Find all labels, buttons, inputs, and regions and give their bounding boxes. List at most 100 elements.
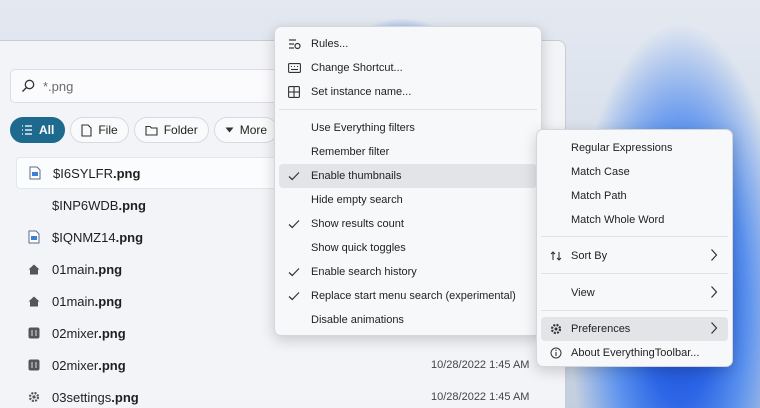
menu-item-match-whole-word[interactable]: Match Whole Word — [541, 208, 728, 232]
menu-item-hide-empty-search[interactable]: Hide empty search — [279, 188, 537, 212]
menu-item-show-quick-toggles[interactable]: Show quick toggles — [279, 236, 537, 260]
folder-icon — [145, 125, 158, 136]
menu-item-enable-thumbnails[interactable]: Enable thumbnails — [279, 164, 537, 188]
result-row[interactable]: 02mixer.png 10/28/2022 1:45 AM — [16, 349, 550, 381]
chevron-right-icon — [710, 248, 718, 265]
result-name: $INP6WDB — [52, 197, 119, 213]
menu-item-label: Hide empty search — [311, 194, 403, 206]
menu-item-sort-by[interactable]: Sort By — [541, 244, 728, 268]
filter-file[interactable]: File — [70, 117, 129, 143]
menu-item-change-shortcut[interactable]: Change Shortcut... — [279, 56, 537, 80]
checkmark-icon — [287, 289, 301, 303]
result-date: 10/28/2022 1:45 AM — [431, 359, 530, 371]
menu-separator — [541, 310, 728, 311]
keyboard-icon — [287, 61, 301, 75]
result-ext: .png — [94, 261, 123, 277]
menu-item-label: View — [571, 287, 595, 299]
file-icon — [81, 123, 92, 137]
menu-item-preferences[interactable]: Preferences — [541, 317, 728, 341]
mixer-icon — [26, 325, 42, 341]
chevron-right-icon — [710, 321, 718, 338]
menu-item-label: Replace start menu search (experimental) — [311, 290, 516, 302]
menu-item-label: Show results count — [311, 218, 404, 230]
sort-icon — [549, 249, 563, 263]
result-row[interactable]: 03settings.png 10/28/2022 1:45 AM — [16, 381, 550, 408]
filter-more[interactable]: More — [213, 117, 279, 143]
menu-item-enable-search-history[interactable]: Enable search history — [279, 260, 537, 284]
menu-item-label: Change Shortcut... — [311, 62, 403, 74]
result-ext: .png — [98, 357, 126, 373]
result-name: $I6SYLFR — [53, 165, 113, 181]
result-ext: .png — [112, 165, 141, 181]
filter-folder-label: Folder — [163, 123, 198, 137]
menu-item-about[interactable]: About EverythingToolbar... — [541, 341, 728, 365]
filter-more-label: More — [239, 123, 268, 137]
menu-item-label: Show quick toggles — [311, 242, 406, 254]
result-ext: .png — [94, 293, 123, 309]
menu-item-label: Set instance name... — [311, 86, 412, 98]
filter-folder[interactable]: Folder — [133, 117, 209, 143]
caret-down-icon — [225, 127, 234, 133]
menu-item-show-results-count[interactable]: Show results count — [279, 212, 537, 236]
menu-item-label: Match Case — [571, 166, 630, 178]
options-context-menu: Regular Expressions Match Case Match Pat… — [536, 129, 733, 367]
filter-all-label: All — [39, 123, 55, 137]
menu-item-rules[interactable]: Rules... — [279, 32, 537, 56]
result-ext: .png — [98, 325, 126, 341]
filter-bar: All File Folder More — [10, 117, 279, 143]
menu-item-remember-filter[interactable]: Remember filter — [279, 140, 537, 164]
menu-item-label: Sort By — [571, 250, 608, 262]
list-icon — [22, 125, 32, 135]
result-date: 10/28/2022 1:45 AM — [431, 391, 530, 403]
result-name: $IQNMZ14 — [52, 229, 116, 245]
result-name: 02mixer — [52, 325, 99, 341]
menu-item-label: Preferences — [571, 323, 631, 335]
gear-icon — [26, 389, 42, 405]
checkmark-icon — [287, 217, 301, 231]
info-icon — [549, 346, 563, 360]
filter-all[interactable]: All — [10, 117, 66, 143]
search-icon — [22, 79, 35, 92]
menu-item-instance-name[interactable]: Set instance name... — [279, 80, 537, 104]
result-name: 03settings — [52, 389, 112, 405]
search-box[interactable] — [10, 69, 300, 103]
menu-item-label: Match Path — [571, 190, 627, 202]
result-name: 01main — [52, 293, 95, 309]
menu-item-view[interactable]: View — [541, 281, 728, 305]
result-name: 02mixer — [52, 357, 99, 373]
menu-item-replace-start-menu-search[interactable]: Replace start menu search (experimental) — [279, 284, 537, 308]
chevron-right-icon — [710, 285, 718, 302]
menu-item-disable-animations[interactable]: Disable animations — [279, 308, 537, 332]
search-input[interactable] — [43, 78, 263, 94]
menu-item-match-path[interactable]: Match Path — [541, 184, 728, 208]
menu-item-label: Use Everything filters — [311, 122, 415, 134]
home-icon — [26, 293, 42, 309]
menu-item-label: Match Whole Word — [571, 214, 665, 226]
result-ext: .png — [115, 229, 144, 245]
menu-separator — [541, 236, 728, 237]
menu-item-label: Enable search history — [311, 266, 417, 278]
gear-icon — [549, 322, 563, 336]
menu-item-label: Rules... — [311, 38, 349, 50]
menu-item-match-case[interactable]: Match Case — [541, 160, 728, 184]
instance-icon — [287, 85, 301, 99]
home-icon — [26, 261, 42, 277]
menu-item-label: Disable animations — [311, 314, 404, 326]
menu-item-label: About EverythingToolbar... — [571, 347, 700, 359]
menu-item-use-everything-filters[interactable]: Use Everything filters — [279, 116, 537, 140]
checkmark-icon — [287, 169, 301, 183]
menu-item-regular-expressions[interactable]: Regular Expressions — [541, 136, 728, 160]
mixer-icon — [26, 357, 42, 373]
menu-item-label: Remember filter — [311, 146, 390, 158]
image-file-icon — [27, 165, 43, 181]
menu-item-label: Enable thumbnails — [311, 170, 402, 182]
image-file-icon — [26, 229, 42, 245]
result-ext: .png — [118, 197, 146, 213]
result-name: 01main — [52, 261, 95, 277]
menu-separator — [279, 109, 537, 110]
checkmark-icon — [287, 265, 301, 279]
rules-icon — [287, 37, 301, 51]
menu-separator — [541, 273, 728, 274]
filter-file-label: File — [98, 123, 118, 137]
menu-item-label: Regular Expressions — [571, 142, 673, 154]
